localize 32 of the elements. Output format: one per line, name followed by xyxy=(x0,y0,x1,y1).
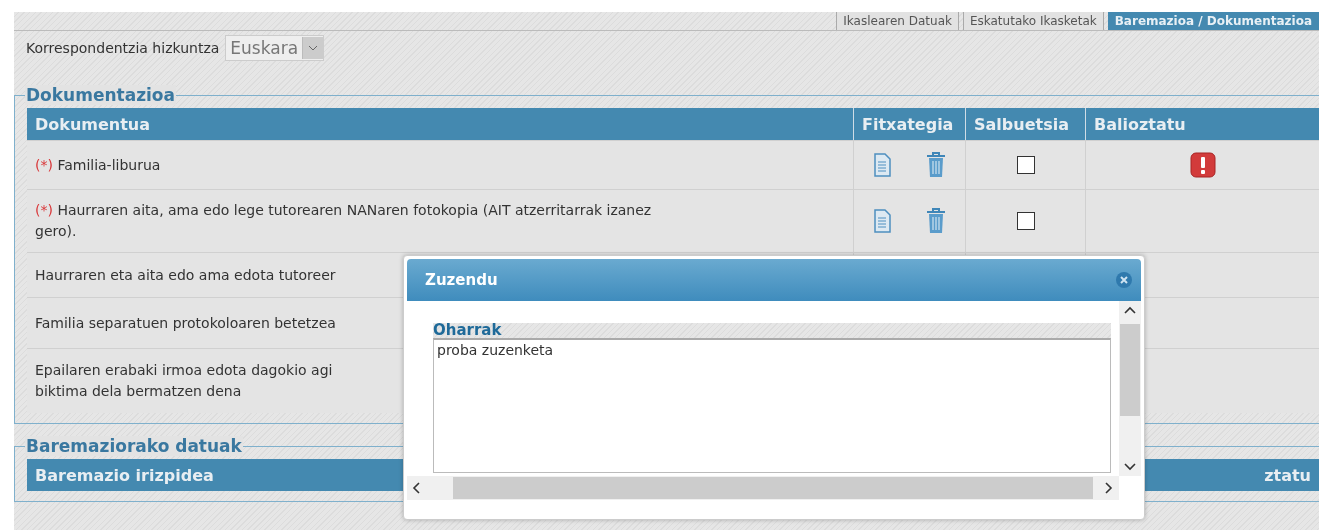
column-header: ztatu xyxy=(1264,465,1311,485)
column-header: Fitxategia xyxy=(853,108,965,140)
notes-field[interactable]: proba zuzenketa xyxy=(433,338,1111,473)
tab[interactable]: Eskatutako Ikasketak xyxy=(962,12,1104,30)
chevron-down-icon xyxy=(308,45,319,51)
document-name: Haurraren eta aita edo ama edota tutoreer xyxy=(35,265,336,285)
document-name: gero). xyxy=(35,222,77,241)
language-label: Korrespondentzia hizkuntza xyxy=(26,40,220,56)
trash-icon[interactable] xyxy=(924,208,947,234)
section-title: Dokumentazioa xyxy=(25,85,176,105)
exempt-checkbox[interactable] xyxy=(1016,212,1035,230)
column-header: Balioztatu xyxy=(1085,108,1319,140)
close-icon[interactable] xyxy=(1115,271,1133,289)
exempt-checkbox[interactable] xyxy=(1016,156,1035,174)
document-name: biktima dela bermatzen dena xyxy=(35,382,242,401)
column-header: Salbuetsia xyxy=(965,108,1085,140)
document-name: Epailaren erabaki irmoa edota dagokio agi xyxy=(35,361,333,380)
vertical-scrollbar[interactable] xyxy=(1119,301,1141,476)
tab[interactable]: Baremazioa / Dokumentazioa xyxy=(1107,12,1319,30)
tab[interactable]: Ikaslearen Datuak xyxy=(836,12,959,30)
fieldset-title: Oharrak xyxy=(433,323,1111,338)
horizontal-scrollbar[interactable] xyxy=(407,476,1119,500)
trash-icon[interactable] xyxy=(924,152,947,178)
document-name: (*) Haurraren aita, ama edo lege tutorearen NANaren fotokopia (AIT atzerritarrak izanez xyxy=(35,201,652,220)
section-title: Baremaziorako datuak xyxy=(25,436,243,456)
column-header: Baremazio irizpidea xyxy=(35,465,214,485)
column-header: Dokumentua xyxy=(27,108,853,140)
document-name: Familia separatuen protokoloaren betetzea xyxy=(35,313,336,333)
dialog-title: Zuzendu xyxy=(425,271,498,289)
alert-icon[interactable] xyxy=(1189,152,1216,178)
document-name: (*) Familia-liburua xyxy=(35,155,161,175)
language-select[interactable]: Euskara xyxy=(225,35,325,61)
